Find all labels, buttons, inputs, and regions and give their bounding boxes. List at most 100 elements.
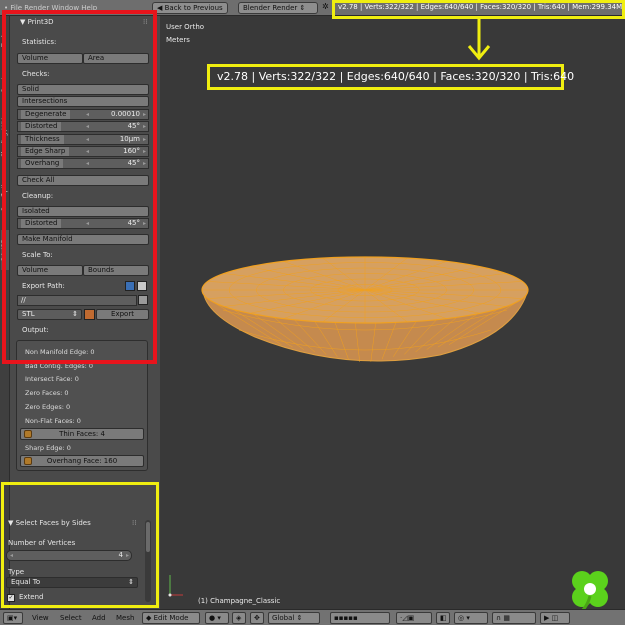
drag-handle-icon[interactable]: ⁞⁞ [132, 518, 136, 529]
cleanup-distorted-field[interactable]: Distorted ◂ 45° ▸ [17, 218, 149, 229]
increment-arrow-icon[interactable]: ▸ [143, 122, 146, 131]
export-format-icon [84, 309, 95, 320]
chevron-down-icon: ⇕ [128, 578, 134, 586]
check-solid-button[interactable]: Solid [17, 84, 149, 95]
checks-label: Checks: [22, 70, 50, 78]
chevron-down-icon: ⇕ [297, 4, 306, 12]
menu-add[interactable]: Add [92, 612, 106, 624]
export-path-input[interactable]: // [17, 295, 137, 306]
edge-sharp-field[interactable]: Edge Sharp ◂ 160° ▸ [17, 146, 149, 157]
increment-arrow-icon[interactable]: ▸ [143, 219, 146, 228]
vertices-label: Number of Vertices [8, 539, 76, 547]
cleanup-label: Cleanup: [22, 192, 54, 200]
folder-icon[interactable] [138, 295, 148, 305]
output-label: Output: [22, 326, 49, 334]
mesh-object[interactable] [195, 255, 540, 375]
edit-mode-icon: ◆ [146, 614, 154, 622]
snap-controls[interactable]: ∩ ▦ [492, 612, 536, 624]
save-icon[interactable] [137, 281, 147, 291]
select-mode-buttons[interactable]: ·◿▣ [396, 612, 432, 624]
path-tool-icon[interactable] [125, 281, 135, 291]
select-mesh-icon [24, 430, 32, 438]
orientation-select[interactable]: Global ⇕ [268, 612, 320, 624]
export-format-select[interactable]: STL ⇕ [17, 309, 82, 320]
solid-sphere-icon: ● ▾ [209, 614, 221, 622]
pivot-select[interactable]: ◈ [232, 612, 246, 624]
scale-volume-button[interactable]: Volume [17, 265, 83, 276]
operator-title[interactable]: ▼ Select Faces by Sides [8, 518, 91, 529]
occlude-icon: ◧ [440, 614, 447, 622]
vertex-edge-face-icon: ·◿▣ [400, 614, 415, 622]
decrement-arrow-icon[interactable]: ◂ [86, 110, 89, 119]
tab-print3d[interactable]: Print3D [1, 230, 9, 270]
make-manifold-button[interactable]: Make Manifold [17, 234, 149, 245]
vertices-field[interactable]: ◂ 4 ▸ [6, 550, 132, 561]
drag-handle-icon[interactable]: ⁞⁞ [143, 17, 147, 28]
degenerate-field[interactable]: Degenerate ◂ 0.00010 ▸ [17, 109, 149, 120]
select-mesh-icon [24, 457, 32, 465]
overhang-face-button[interactable]: Overhang Face: 160 [20, 455, 144, 467]
thin-faces-button[interactable]: Thin Faces: 4 [20, 428, 144, 440]
stats-callout: v2.78 | Verts:322/322 | Edges:640/640 | … [207, 64, 574, 90]
render-buttons[interactable]: ▶ ◫ [540, 612, 570, 624]
proportional-edit-select[interactable]: ◎ ▾ [454, 612, 488, 624]
decrement-arrow-icon[interactable]: ◂ [86, 122, 89, 131]
decrement-arrow-icon[interactable]: ◂ [10, 551, 13, 560]
shading-select[interactable]: ● ▾ [205, 612, 229, 624]
magnet-icon: ∩ ▦ [496, 614, 510, 622]
menu-strip: • File Render Window Help [4, 4, 98, 12]
back-to-previous-button[interactable]: ◀ Back to Previous [152, 2, 228, 14]
layers-icon: ▪▪▪▪▪ [334, 614, 358, 622]
menu-select[interactable]: Select [60, 612, 82, 624]
render-engine-select[interactable]: Blender Render ⇕ [238, 2, 318, 14]
extend-label: Extend [19, 593, 44, 601]
increment-arrow-icon[interactable]: ▸ [143, 147, 146, 156]
panel-header-print3d[interactable]: ▼ Print3D [20, 17, 54, 28]
decrement-arrow-icon[interactable]: ◂ [86, 147, 89, 156]
type-select[interactable]: Equal To ⇕ [6, 577, 138, 588]
tab-tools[interactable]: Tools [1, 20, 9, 60]
output-line: Intersect Face: 0 [25, 375, 79, 383]
statistics-area-button[interactable]: Area [83, 53, 149, 64]
increment-arrow-icon[interactable]: ▸ [143, 110, 146, 119]
decrement-arrow-icon[interactable]: ◂ [86, 159, 89, 168]
mode-select[interactable]: ◆ Edit Mode [142, 612, 200, 624]
check-all-button[interactable]: Check All [17, 175, 149, 186]
distorted-field[interactable]: Distorted ◂ 45° ▸ [17, 121, 149, 132]
check-intersections-button[interactable]: Intersections [17, 96, 149, 107]
occlude-toggle[interactable]: ◧ [436, 612, 450, 624]
increment-arrow-icon[interactable]: ▸ [143, 135, 146, 144]
blender-logo-icon: ✲ [322, 2, 329, 11]
scale-bounds-button[interactable]: Bounds [83, 265, 149, 276]
extend-checkbox[interactable]: ✓ [7, 594, 15, 602]
decrement-arrow-icon[interactable]: ◂ [86, 219, 89, 228]
chevron-down-icon: ⇕ [294, 614, 303, 622]
view-name: User Ortho [166, 23, 205, 31]
statistics-volume-button[interactable]: Volume [17, 53, 83, 64]
decrement-arrow-icon[interactable]: ◂ [86, 135, 89, 144]
viewport-info: User Ortho Meters [166, 21, 204, 47]
editor-type-select[interactable]: ▣▾ [3, 612, 23, 624]
increment-arrow-icon[interactable]: ▸ [126, 551, 129, 560]
proportional-icon: ◎ ▾ [458, 614, 470, 622]
redo-panel-scrollbar[interactable] [145, 520, 151, 602]
export-button[interactable]: Export [96, 309, 149, 320]
arrow-down-icon [467, 18, 491, 61]
output-box: Non Manifold Edge: 0 Bad Contig. Edges: … [16, 340, 148, 471]
layers-grid[interactable]: ▪▪▪▪▪ [330, 612, 390, 624]
scrollbar-thumb[interactable] [146, 522, 150, 552]
output-line: Zero Faces: 0 [25, 389, 69, 397]
menu-view[interactable]: View [32, 612, 49, 624]
thickness-field[interactable]: Thickness ◂ 10µm ▸ [17, 134, 149, 145]
overhang-field[interactable]: Overhang ◂ 45° ▸ [17, 158, 149, 169]
cleanup-isolated-button[interactable]: Isolated [17, 206, 149, 217]
tab-create[interactable]: Create [1, 64, 9, 102]
manipulator-toggle[interactable]: ✥ [250, 612, 264, 624]
increment-arrow-icon[interactable]: ▸ [143, 159, 146, 168]
chevron-down-icon: ⇕ [72, 310, 78, 318]
tab-shading-uvs[interactable]: Shading / UVs [1, 106, 9, 166]
unit-label: Meters [166, 36, 190, 44]
viewport-header: ▣▾ View Select Add Mesh ◆ Edit Mode ● ▾ … [0, 609, 625, 625]
scene-stats: v2.78 | Verts:322/322 | Edges:640/640 | … [338, 3, 625, 11]
menu-mesh[interactable]: Mesh [116, 612, 134, 624]
